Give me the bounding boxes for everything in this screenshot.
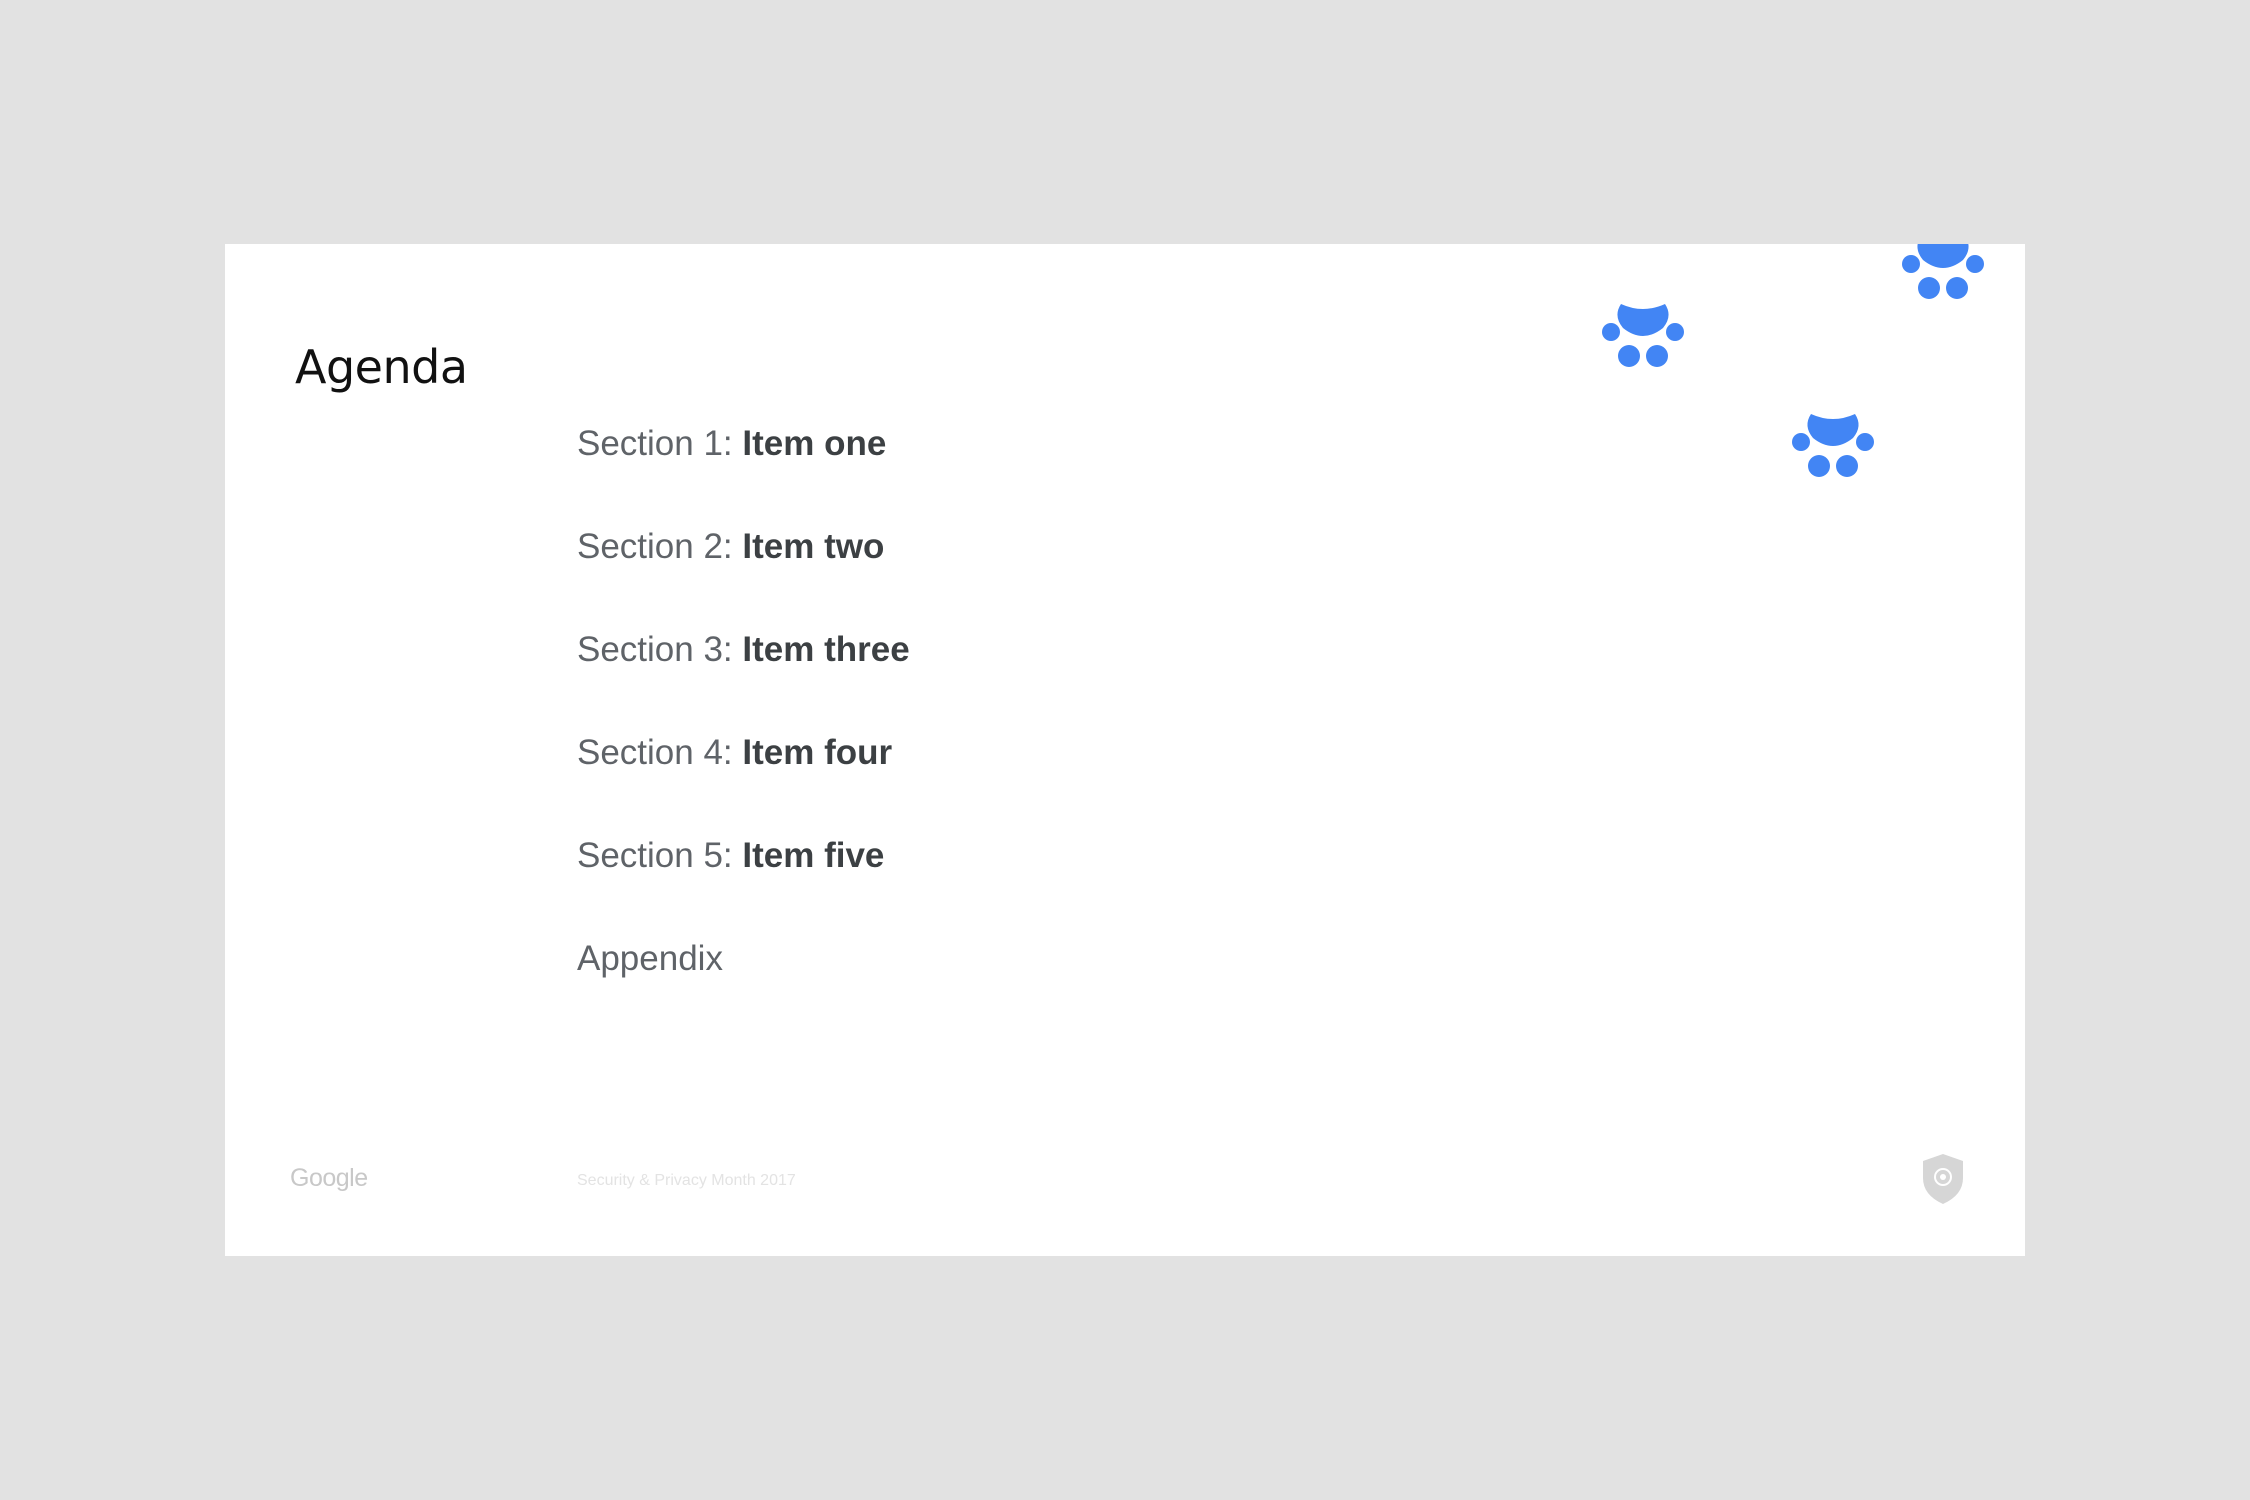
footer-event-text: Security & Privacy Month 2017	[577, 1172, 796, 1189]
agenda-item: Section 2: Item two	[577, 527, 910, 630]
paw-print-icon	[1602, 304, 1684, 367]
agenda-item-prefix: Section 4:	[577, 733, 743, 772]
agenda-item-prefix: Section 5:	[577, 836, 743, 875]
agenda-item-prefix: Section 2:	[577, 527, 743, 566]
agenda-item-label: Item five	[742, 836, 885, 875]
google-logo: Google	[290, 1164, 368, 1192]
agenda-list: Section 1: Item one Section 2: Item two …	[577, 424, 910, 1042]
agenda-item: Section 1: Item one	[577, 424, 910, 527]
shield-icon	[1923, 1154, 1963, 1204]
agenda-item-prefix: Section 1:	[577, 424, 743, 463]
agenda-item-label: Item four	[742, 733, 893, 772]
agenda-item-label: Item two	[742, 527, 885, 566]
agenda-item-prefix: Section 3:	[577, 630, 743, 669]
agenda-item: Section 4: Item four	[577, 733, 910, 836]
paw-print-icon	[1902, 244, 1984, 299]
agenda-item-prefix: Appendix	[577, 939, 723, 978]
slide: Agenda Section 1: Item one Section 2: It…	[225, 244, 2025, 1256]
agenda-item-appendix: Appendix	[577, 939, 910, 1042]
agenda-item: Section 3: Item three	[577, 630, 910, 733]
agenda-item: Section 5: Item five	[577, 836, 910, 939]
paw-print-icon	[1792, 414, 1874, 477]
agenda-item-label: Item one	[742, 424, 887, 463]
agenda-item-label: Item three	[742, 630, 910, 669]
slide-title: Agenda	[295, 340, 468, 394]
